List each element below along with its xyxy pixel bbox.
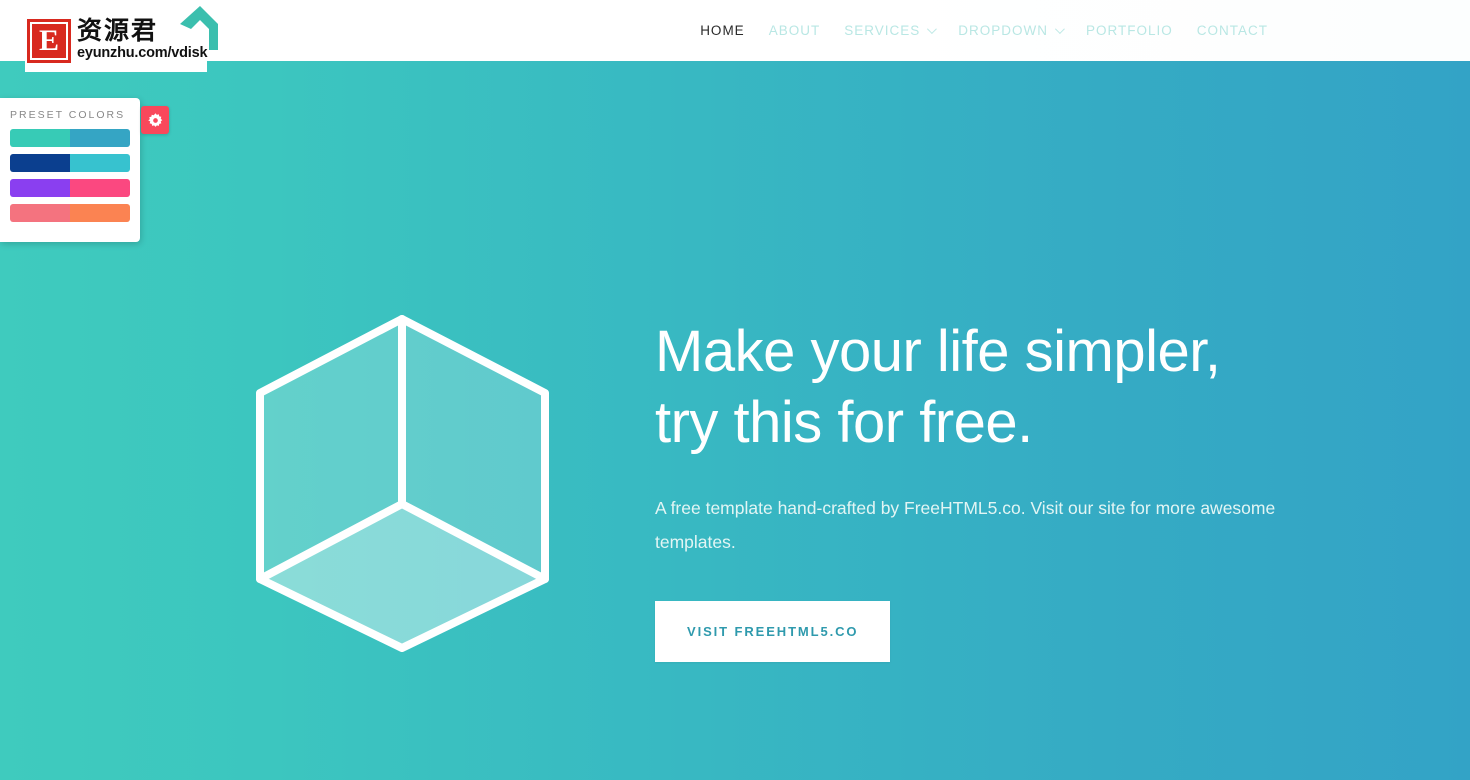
swatch-right bbox=[70, 179, 130, 197]
hero-title-line-1: Make your life simpler, bbox=[655, 319, 1221, 384]
swatch-left bbox=[10, 204, 70, 222]
preset-colors-panel: PRESET COLORS bbox=[0, 98, 140, 242]
preset-swatch-teal-blue[interactable] bbox=[10, 129, 130, 147]
gear-icon bbox=[147, 112, 162, 127]
nav-label-contact: CONTACT bbox=[1196, 23, 1268, 38]
arrow-up-left-icon bbox=[178, 2, 222, 54]
nav-item-portfolio[interactable]: PORTFOLIO bbox=[1074, 23, 1185, 38]
nav-label-services: SERVICES bbox=[844, 23, 921, 38]
preset-colors-toggle-button[interactable] bbox=[141, 106, 169, 134]
chevron-down-icon bbox=[927, 24, 938, 35]
nav-label-portfolio: PORTFOLIO bbox=[1085, 23, 1173, 38]
swatch-left bbox=[10, 154, 70, 172]
nav-item-contact[interactable]: CONTACT bbox=[1185, 23, 1280, 38]
swatch-right bbox=[70, 204, 130, 222]
preset-colors-title: PRESET COLORS bbox=[10, 109, 126, 121]
swatch-right bbox=[70, 129, 130, 147]
nav-item-services[interactable]: SERVICES bbox=[832, 23, 946, 38]
chevron-down-icon bbox=[1054, 24, 1065, 35]
hero-subtitle: A free template hand-crafted by FreeHTML… bbox=[655, 498, 1276, 552]
nav-item-about[interactable]: ABOUT bbox=[757, 23, 833, 38]
hero-section: Make your life simpler, try this for fre… bbox=[0, 61, 1470, 780]
isometric-cube-icon bbox=[252, 311, 556, 654]
nav-item-home[interactable]: HOME bbox=[688, 23, 757, 38]
hero-title-line-2: try this for free. bbox=[655, 390, 1033, 455]
nav-item-dropdown[interactable]: DROPDOWN bbox=[946, 23, 1074, 38]
swatch-left bbox=[10, 129, 70, 147]
preset-swatch-purple-pink[interactable] bbox=[10, 179, 130, 197]
preset-swatch-salmon-orange[interactable] bbox=[10, 204, 130, 222]
preset-swatch-navy-cyan[interactable] bbox=[10, 154, 130, 172]
visit-freehtml5-button[interactable]: VISIT FREEHTML5.CO bbox=[655, 601, 891, 662]
nav-label-home: HOME bbox=[700, 23, 745, 38]
main-navigation: HOME ABOUT SERVICES DROPDOWN PORTFOLIO C… bbox=[688, 0, 1280, 61]
page-title: Make your life simpler, try this for fre… bbox=[655, 316, 1295, 458]
logo-mark: E bbox=[27, 19, 71, 63]
swatch-right bbox=[70, 154, 130, 172]
hero-copy: Make your life simpler, try this for fre… bbox=[655, 316, 1295, 662]
nav-label-about: ABOUT bbox=[768, 23, 821, 38]
nav-label-dropdown: DROPDOWN bbox=[958, 23, 1048, 38]
logo-mark-letter: E bbox=[38, 24, 59, 57]
swatch-left bbox=[10, 179, 70, 197]
preset-colors-list bbox=[0, 121, 140, 222]
